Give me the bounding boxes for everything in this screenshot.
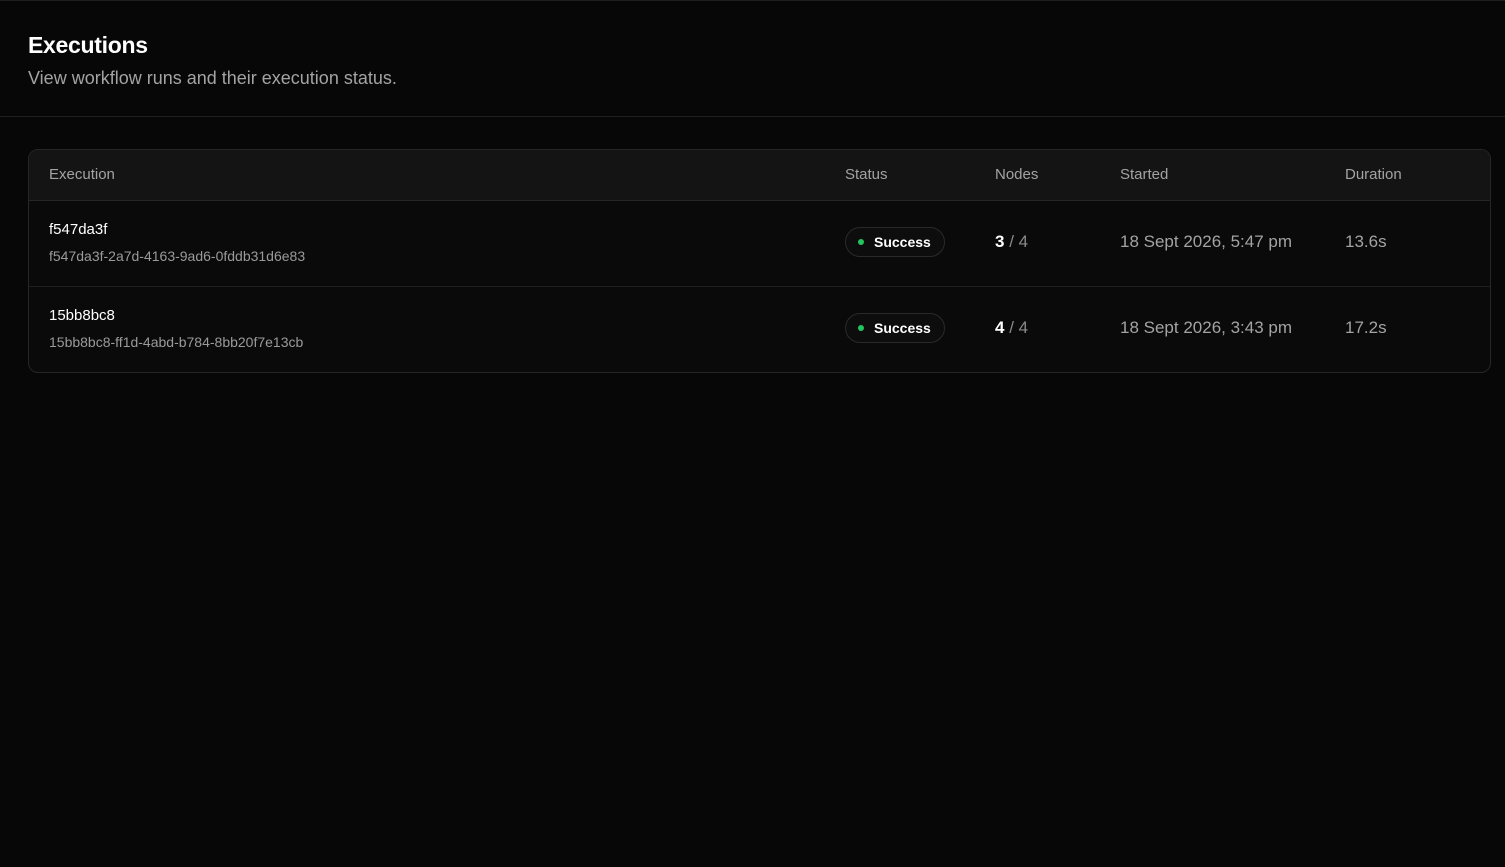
started-time: 18 Sept 2026, 3:43 pm <box>1120 318 1293 337</box>
execution-full-id: f547da3f-2a7d-4163-9ad6-0fddb31d6e83 <box>49 248 306 264</box>
column-header-status[interactable]: Status <box>845 150 888 200</box>
page-header: Executions View workflow runs and their … <box>0 1 1505 117</box>
table-row[interactable]: f547da3f f547da3f-2a7d-4163-9ad6-0fddb31… <box>29 201 1490 287</box>
status-dot-icon <box>858 239 864 245</box>
status-badge-label: Success <box>874 320 931 336</box>
nodes-count: 4 / 4 <box>995 317 1028 339</box>
column-header-duration[interactable]: Duration <box>1345 150 1402 200</box>
execution-short-id: f547da3f <box>49 221 108 238</box>
status-badge-label: Success <box>874 234 931 250</box>
page-title: Executions <box>28 32 148 58</box>
executions-table: Execution Status Nodes Started Duration … <box>28 149 1491 373</box>
execution-full-id: 15bb8bc8-ff1d-4abd-b784-8bb20f7e13cb <box>49 334 304 350</box>
status-badge: Success <box>845 227 945 257</box>
nodes-total: 4 <box>1018 318 1029 337</box>
column-header-started[interactable]: Started <box>1120 150 1168 200</box>
status-badge: Success <box>845 313 945 343</box>
nodes-separator: / <box>1009 318 1014 337</box>
page-subtitle: View workflow runs and their execution s… <box>28 68 397 88</box>
executions-page: Executions View workflow runs and their … <box>0 0 1505 867</box>
table-header: Execution Status Nodes Started Duration <box>29 150 1490 201</box>
duration-value: 13.6s <box>1345 232 1387 251</box>
nodes-total: 4 <box>1018 232 1029 251</box>
execution-short-id: 15bb8bc8 <box>49 307 115 324</box>
nodes-completed: 4 <box>995 318 1005 337</box>
nodes-completed: 3 <box>995 232 1005 251</box>
status-dot-icon <box>858 325 864 331</box>
nodes-separator: / <box>1009 232 1014 251</box>
nodes-count: 3 / 4 <box>995 231 1028 253</box>
column-header-nodes[interactable]: Nodes <box>995 150 1038 200</box>
table-row[interactable]: 15bb8bc8 15bb8bc8-ff1d-4abd-b784-8bb20f7… <box>29 287 1490 372</box>
duration-value: 17.2s <box>1345 318 1387 337</box>
started-time: 18 Sept 2026, 5:47 pm <box>1120 232 1293 251</box>
column-header-execution[interactable]: Execution <box>49 150 115 200</box>
